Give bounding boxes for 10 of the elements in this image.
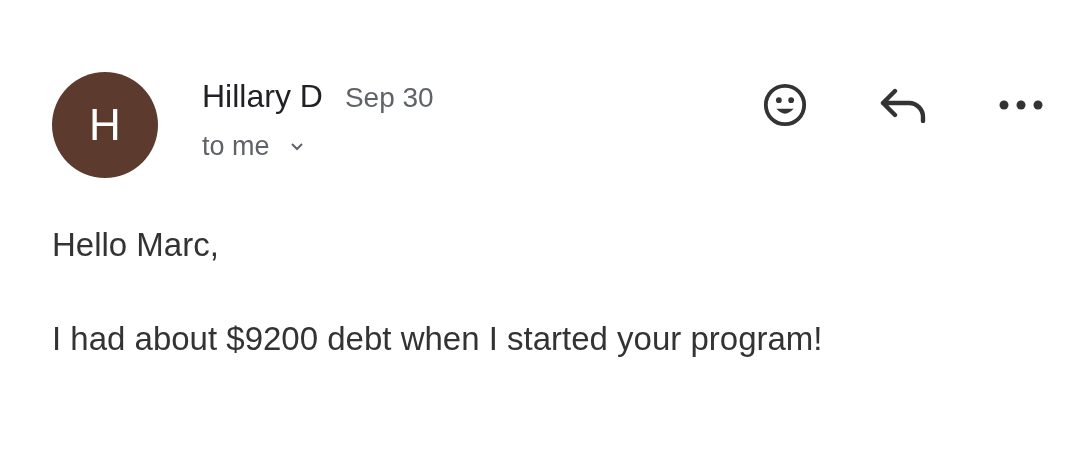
message-text: Hello Marc, <box>52 226 220 264</box>
more-icon <box>999 100 1043 110</box>
avatar-letter: H <box>89 100 121 150</box>
recipient-toggle[interactable]: to me <box>202 131 708 162</box>
sender-name: Hillary D <box>202 78 323 115</box>
message-text: I had about $9200 debt when I started your program! <box>52 320 824 358</box>
chevron-icon <box>289 141 304 152</box>
reply-icon <box>879 87 927 123</box>
message-date: Sep 30 <box>344 82 434 114</box>
smiley-icon <box>762 82 808 128</box>
